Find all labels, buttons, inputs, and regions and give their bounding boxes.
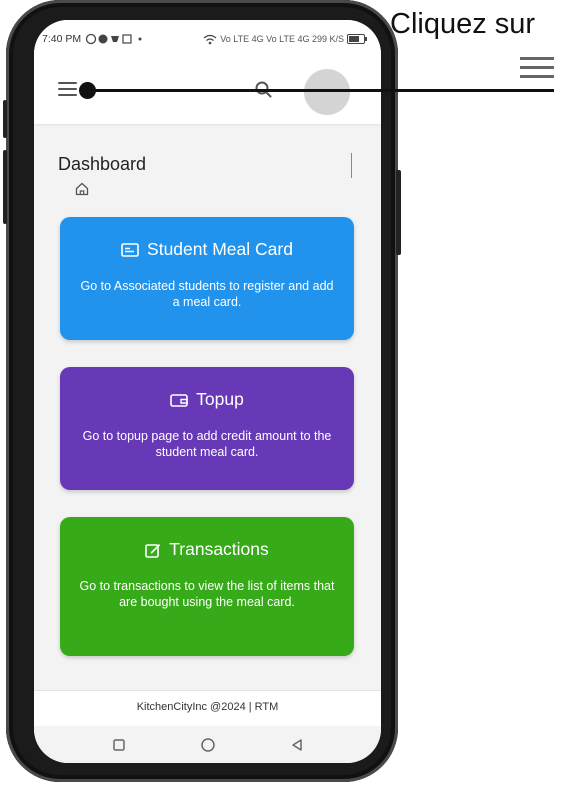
topup-button[interactable]: Topup Go to topup page to add credit amo… [60,367,354,490]
status-bar: 7:40 PM Vo LTE 4G Vo LTE 4G 299 K/S [34,20,381,58]
card-title: Transactions [169,539,269,559]
card-title: Topup [196,389,244,409]
wifi-icon [203,34,217,44]
callout-pointer-dot [79,82,96,99]
card-description: Go to topup page to add credit amount to… [82,429,332,459]
network-info: Vo LTE 4G Vo LTE 4G 299 K/S [220,34,344,44]
home-button[interactable] [199,736,217,754]
recent-apps-button[interactable] [110,736,128,754]
avatar[interactable] [304,69,350,115]
wallet-icon [170,393,188,407]
page-title: Dashboard [58,154,147,174]
phone-frame: 7:40 PM Vo LTE 4G Vo LTE 4G 299 K/S Dash… [3,0,401,782]
id-card-icon [121,242,139,257]
notification-icons [85,33,142,45]
transactions-button[interactable]: Transactions Go to transactions to view … [60,517,354,656]
phone-screen: 7:40 PM Vo LTE 4G Vo LTE 4G 299 K/S Dash… [34,20,381,763]
card-title: Student Meal Card [147,239,293,259]
hamburger-menu-icon[interactable] [58,82,77,96]
card-description: Go to Associated students to register an… [80,279,334,309]
callout-text: Cliquez sur [390,8,536,40]
power-button [3,150,7,224]
card-description: Go to transactions to view the list of i… [79,579,335,609]
android-nav-bar [34,726,381,763]
student-meal-card-button[interactable]: Student Meal Card Go to Associated stude… [60,217,354,340]
back-button[interactable] [288,736,306,754]
title-divider [351,153,352,178]
footer: KitchenCityInc @2024 | RTM [34,690,381,727]
callout-pointer-line [88,89,554,92]
battery-icon [347,34,367,44]
volume-button [3,100,7,138]
edit-icon [145,543,161,558]
hamburger-menu-icon [520,57,554,83]
status-time: 7:40 PM [42,33,82,45]
side-button [396,170,401,255]
home-icon[interactable] [74,181,90,197]
